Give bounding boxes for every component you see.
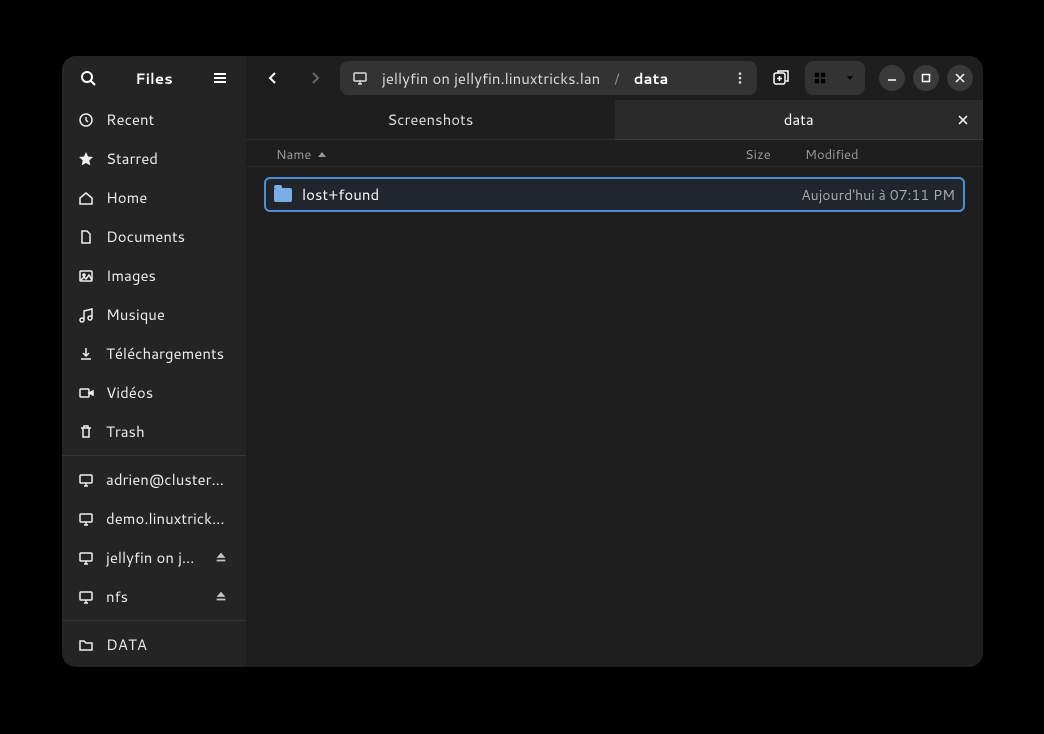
- column-label: Name: [276, 146, 311, 164]
- sidebar-item-starred[interactable]: Starred: [62, 139, 246, 178]
- sidebar-list: Recent Starred Home Documents Images Mus…: [62, 100, 246, 667]
- column-label: Size: [745, 146, 771, 164]
- sidebar-item-music[interactable]: Musique: [62, 295, 246, 334]
- file-manager-window: Files Recent Starred Home Documents: [62, 56, 983, 667]
- sidebar-item-label: Vidéos: [106, 382, 230, 403]
- sidebar-item-label: Recent: [106, 109, 230, 130]
- column-header-modified[interactable]: Modified: [805, 146, 965, 164]
- minimize-button[interactable]: [879, 65, 905, 91]
- path-segment-server[interactable]: jellyfin on jellyfin.linuxtricks.lan: [376, 64, 606, 93]
- tab-label: Screenshots: [387, 109, 473, 130]
- view-switcher: [805, 61, 865, 95]
- column-label: Modified: [805, 146, 859, 164]
- folder-icon: [274, 188, 292, 202]
- tab-label: data: [784, 109, 814, 130]
- sidebar-item-images[interactable]: Images: [62, 256, 246, 295]
- file-row[interactable]: lost+found Aujourd'hui à 07:11 PM: [264, 177, 965, 212]
- sidebar-item-videos[interactable]: Vidéos: [62, 373, 246, 412]
- sidebar-header: Files: [62, 56, 246, 100]
- tab-close-button[interactable]: [953, 110, 973, 130]
- tab-screenshots[interactable]: Screenshots: [246, 100, 615, 140]
- column-header-size[interactable]: Size: [745, 146, 805, 164]
- search-button[interactable]: [72, 62, 104, 94]
- trash-icon: [78, 424, 94, 440]
- music-icon: [78, 307, 94, 323]
- path-segment-label: jellyfin on jellyfin.linuxtricks.lan: [382, 68, 600, 89]
- sidebar-item-label: Téléchargements: [106, 343, 230, 364]
- file-modified: Aujourd'hui à 07:11 PM: [801, 185, 955, 205]
- toolbar: jellyfin on jellyfin.linuxtricks.lan / d…: [246, 56, 983, 100]
- maximize-button[interactable]: [913, 65, 939, 91]
- tab-bar: Screenshots data: [246, 100, 983, 140]
- sidebar-item-network[interactable]: nfs: [62, 577, 246, 616]
- file-list[interactable]: lost+found Aujourd'hui à 07:11 PM: [246, 167, 983, 667]
- document-icon: [78, 229, 94, 245]
- network-icon: [78, 472, 94, 488]
- sidebar-item-network[interactable]: adrien@cluster…: [62, 460, 246, 499]
- path-separator: /: [614, 68, 619, 89]
- path-segment-label: data: [634, 68, 669, 89]
- sidebar-item-label: Images: [106, 265, 230, 286]
- sidebar-item-label: jellyfin on j…: [106, 547, 202, 568]
- sidebar-item-label: Home: [106, 187, 230, 208]
- sidebar-separator: [62, 455, 246, 456]
- file-name: lost+found: [302, 184, 791, 205]
- forward-button[interactable]: [298, 61, 332, 95]
- new-tab-button[interactable]: [765, 62, 797, 94]
- app-title: Files: [114, 68, 194, 89]
- folder-icon: [78, 637, 94, 653]
- network-icon: [78, 550, 94, 566]
- close-button[interactable]: [947, 65, 973, 91]
- sidebar-item-network[interactable]: jellyfin on j…: [62, 538, 246, 577]
- sidebar-item-label: Starred: [106, 148, 230, 169]
- sidebar-item-label: Trash: [106, 421, 230, 442]
- sidebar-item-downloads[interactable]: Téléchargements: [62, 334, 246, 373]
- path-bar[interactable]: jellyfin on jellyfin.linuxtricks.lan / d…: [340, 61, 757, 95]
- network-icon: [78, 511, 94, 527]
- main-pane: jellyfin on jellyfin.linuxtricks.lan / d…: [246, 56, 983, 667]
- tab-data[interactable]: data: [615, 100, 984, 140]
- sidebar-item-network[interactable]: demo.linuxtrick…: [62, 499, 246, 538]
- eject-icon[interactable]: [214, 550, 230, 566]
- view-options-dropdown[interactable]: [835, 61, 865, 95]
- path-segment-current[interactable]: data: [628, 64, 675, 93]
- sidebar-item-documents[interactable]: Documents: [62, 217, 246, 256]
- video-icon: [78, 385, 94, 401]
- image-icon: [78, 268, 94, 284]
- clock-icon: [78, 112, 94, 128]
- network-icon: [78, 589, 94, 605]
- star-icon: [78, 151, 94, 167]
- download-icon: [78, 346, 94, 362]
- sidebar-item-trash[interactable]: Trash: [62, 412, 246, 451]
- back-button[interactable]: [256, 61, 290, 95]
- sidebar-item-label: DATA: [106, 634, 230, 655]
- network-icon: [352, 70, 368, 86]
- column-header-name[interactable]: Name: [276, 146, 745, 164]
- sort-asc-icon: [317, 150, 327, 160]
- eject-icon[interactable]: [214, 589, 230, 605]
- path-menu-button[interactable]: [727, 65, 753, 91]
- sidebar-separator: [62, 620, 246, 621]
- sidebar-item-home[interactable]: Home: [62, 178, 246, 217]
- sidebar-item-label: demo.linuxtrick…: [106, 508, 230, 529]
- sidebar-item-label: Documents: [106, 226, 230, 247]
- home-icon: [78, 190, 94, 206]
- grid-view-button[interactable]: [805, 61, 835, 95]
- sidebar-item-label: Musique: [106, 304, 230, 325]
- sidebar-item-recent[interactable]: Recent: [62, 100, 246, 139]
- sidebar-item-label: adrien@cluster…: [106, 469, 230, 490]
- sidebar: Files Recent Starred Home Documents: [62, 56, 246, 667]
- hamburger-menu-button[interactable]: [204, 62, 236, 94]
- sidebar-item-label: nfs: [106, 586, 202, 607]
- window-controls: [879, 65, 973, 91]
- sidebar-item-bookmark[interactable]: DATA: [62, 625, 246, 664]
- column-headers: Name Size Modified: [246, 140, 983, 167]
